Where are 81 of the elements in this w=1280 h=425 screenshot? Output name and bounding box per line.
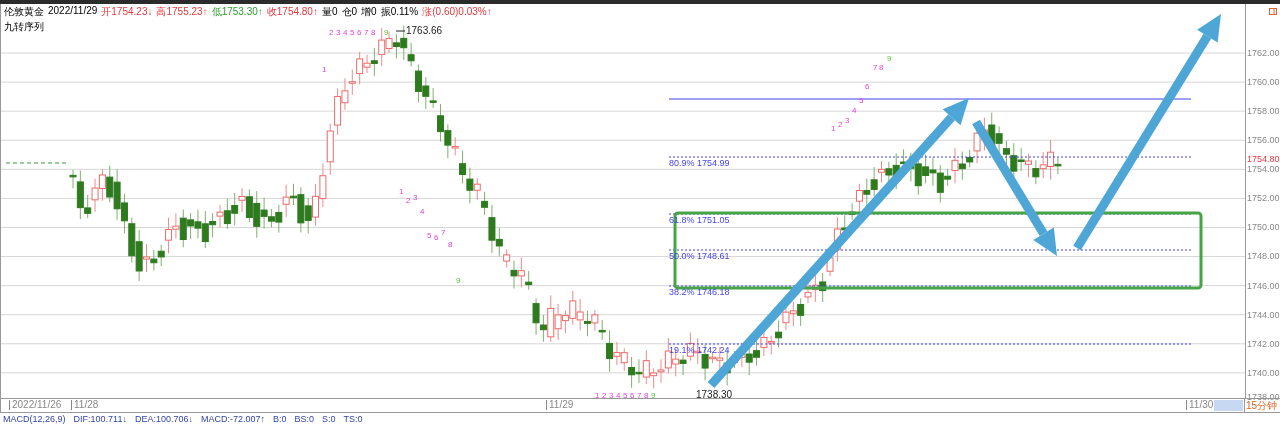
sequence-count: 8 (644, 390, 649, 398)
sequence-count: 8 (879, 62, 884, 73)
time-label: 11/29 (546, 400, 574, 410)
sequence-count: 4 (343, 27, 348, 38)
macd-value: S:0 (322, 413, 336, 425)
sequence-count: 1 (595, 390, 600, 398)
sequence-count: 1 (831, 123, 836, 134)
sequence-count: 4 (616, 390, 621, 398)
sequence-count: 2 (329, 27, 334, 38)
macd-value: DEA:100.706↓ (134, 413, 193, 425)
price-tick: 1758.00 (1247, 106, 1280, 117)
sequence-count: 5 (623, 390, 628, 398)
price-tick: 1744.00 (1247, 309, 1280, 320)
sequence-count: 9 (887, 53, 892, 64)
fibonacci-label: 80.9% 1754.99 (669, 157, 730, 168)
sequence-count: 2 (602, 390, 607, 398)
quote-field: 增0 (361, 4, 377, 19)
quote-field: 开1754.23↓ (101, 4, 153, 19)
sequence-count: 7 (364, 27, 369, 38)
sequence-count: 6 (357, 27, 362, 38)
macd-value: TS:0 (343, 413, 363, 425)
quote-field: 仓0 (341, 4, 358, 19)
sequence-count: 1 (399, 186, 404, 197)
time-label: 11/28 (71, 400, 99, 410)
sequence-count: 9 (456, 275, 461, 286)
price-tick: 1752.00 (1247, 193, 1280, 204)
quote-field: 量0 (321, 4, 338, 19)
low-price-label: 1738.30 (696, 388, 733, 398)
sequence-count: 7 (637, 390, 642, 398)
quote-field: 收1754.80↑ (266, 4, 318, 19)
quote-field: 高1755.23↑ (156, 4, 208, 19)
sequence-count: 7 (441, 227, 446, 238)
price-tick: 1742.00 (1247, 338, 1280, 349)
sequence-count: 6 (630, 390, 635, 398)
macd-value: MACD:-72.007↑ (200, 413, 265, 425)
time-label: 2022/11/26 (9, 400, 62, 410)
quote-field: 2022/11/29 (48, 4, 98, 19)
fibonacci-label: 38.2% 1746.18 (669, 286, 730, 297)
current-price-label: 1754.80 (1247, 153, 1280, 164)
sequence-count: 4 (420, 206, 425, 217)
reference-line (5, 162, 67, 164)
price-tick: 1748.00 (1247, 251, 1280, 262)
sequence-count: 7 (873, 62, 878, 73)
sequence-count: 5 (350, 27, 355, 38)
sequence-count: 8 (371, 27, 376, 38)
sequence-count: 2 (406, 195, 411, 206)
sequence-count: 2 (838, 119, 843, 130)
sequence-count: 6 (434, 232, 439, 243)
time-label: 11/30 (1186, 400, 1214, 410)
price-tick: 1746.00 (1247, 280, 1280, 291)
indicator-name: 九转序列 (4, 19, 44, 34)
scroll-thumb[interactable] (1214, 400, 1244, 411)
sequence-count: 5 (859, 95, 864, 106)
sequence-count: 3 (413, 192, 418, 203)
price-tick: 1740.00 (1247, 367, 1280, 378)
sequence-count: 6 (865, 81, 870, 92)
sequence-count: 1 (322, 64, 327, 75)
sequence-count: 5 (427, 230, 432, 241)
price-tick: 1750.00 (1247, 222, 1280, 233)
macd-value: DIF:100.711↓ (73, 413, 127, 425)
price-tick: 1754.00 (1247, 164, 1280, 175)
price-tick: 1756.00 (1247, 135, 1280, 146)
sequence-count: 9 (651, 390, 656, 398)
macd-value: MACD(12,26,9) (3, 413, 66, 425)
sequence-count: 4 (852, 105, 857, 116)
quote-field: 振0.11% (380, 4, 419, 19)
quote-field: 伦敦黄金 (4, 4, 44, 19)
price-tick: 1760.00 (1247, 77, 1280, 87)
macd-value: B:0 (273, 413, 287, 425)
window-icon[interactable] (1269, 7, 1277, 15)
price-tick: 1762.00 (1247, 47, 1280, 58)
sequence-count: 3 (609, 390, 614, 398)
high-price-label: 1763.66 (406, 24, 443, 36)
sequence-count: 3 (336, 27, 341, 38)
quote-field: 涨(0.60)0.03%↑ (422, 4, 492, 19)
sequence-count: 3 (845, 115, 850, 126)
leader-line (395, 30, 406, 32)
sequence-count: 9 (384, 27, 389, 38)
macd-value: BS:0 (294, 413, 314, 425)
sequence-count: 8 (448, 239, 453, 250)
quote-field: 低1753.30↑ (211, 4, 263, 19)
